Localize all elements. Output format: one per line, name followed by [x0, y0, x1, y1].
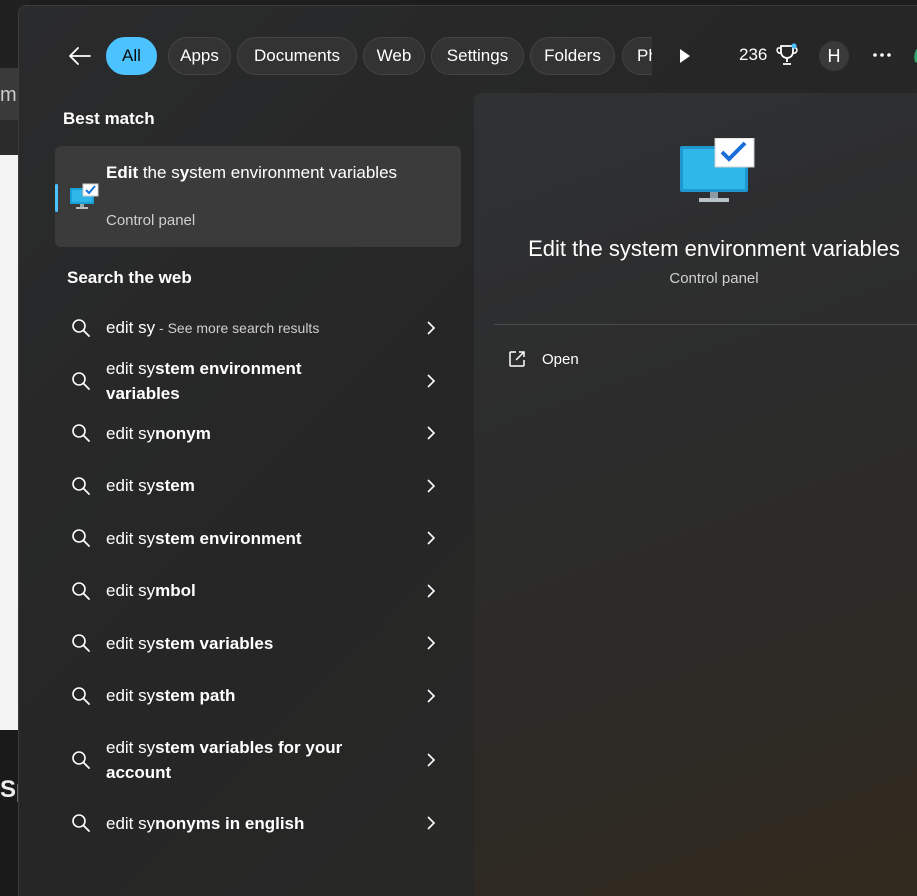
detail-title: Edit the system environment variables	[528, 236, 900, 261]
web-result-text: edit system variables for your account	[106, 737, 343, 782]
more-dots-icon	[873, 53, 891, 57]
web-result-item[interactable]: edit system environment	[55, 512, 461, 565]
chevron-right-icon	[427, 374, 436, 388]
detail-subtitle: Control panel	[669, 270, 759, 287]
trophy-icon	[776, 43, 798, 65]
web-result-item[interactable]: edit synonym	[55, 407, 461, 460]
filter-chip-photos[interactable]: Ph	[622, 37, 652, 75]
filter-chip-documents[interactable]: Documents	[237, 37, 357, 75]
search-icon	[72, 750, 90, 769]
play-icon	[680, 49, 690, 63]
web-result-item[interactable]: edit system	[55, 460, 461, 513]
more-filters-button[interactable]	[674, 46, 694, 66]
divider	[494, 324, 917, 325]
web-result-item[interactable]: edit synonyms in english	[55, 797, 461, 850]
web-result-item[interactable]: edit sy - See more search results	[55, 302, 461, 355]
back-button[interactable]	[65, 41, 95, 71]
web-result-text: edit synonym	[106, 423, 211, 443]
search-icon	[72, 529, 90, 548]
filter-chip-web[interactable]: Web	[363, 37, 425, 75]
web-result-text: edit sy - See more search results	[106, 318, 320, 338]
search-icon	[72, 814, 90, 833]
web-result-text: edit synonyms in english	[106, 813, 305, 833]
search-web-heading: Search the web	[67, 268, 192, 287]
filter-chip-all[interactable]: All	[106, 37, 157, 75]
rewards-button[interactable]	[776, 42, 798, 68]
chevron-right-icon	[427, 636, 436, 650]
chevron-right-icon	[427, 584, 436, 598]
web-result-text: edit symbol	[106, 581, 196, 601]
search-icon	[72, 424, 90, 443]
environment-variables-icon	[680, 138, 755, 202]
environment-variables-icon	[69, 183, 99, 211]
result-detail-pane: Edit the system environment variables Co…	[474, 93, 917, 896]
selection-indicator	[55, 184, 58, 212]
chevron-right-icon	[427, 479, 436, 493]
profile-avatar[interactable]: H	[819, 41, 849, 71]
chevron-right-icon	[427, 531, 436, 545]
search-icon	[72, 319, 90, 338]
best-match-result[interactable]: Edit the system environment variables Co…	[55, 146, 461, 247]
back-arrow-icon	[69, 47, 91, 65]
filter-chip-settings[interactable]: Settings	[431, 37, 524, 75]
search-icon	[72, 634, 90, 653]
chevron-right-icon	[427, 426, 436, 440]
filter-chip-apps[interactable]: Apps	[168, 37, 231, 75]
copilot-icon	[914, 48, 917, 63]
web-result-item[interactable]: edit system variables for your account	[55, 722, 461, 797]
chevron-right-icon	[427, 689, 436, 703]
best-match-subtitle: Control panel	[106, 212, 196, 229]
chevron-right-icon	[427, 752, 436, 767]
web-result-item[interactable]: edit system variables	[55, 617, 461, 670]
web-result-item[interactable]: edit symbol	[55, 565, 461, 618]
web-result-text: edit system variables	[106, 633, 274, 653]
copilot-button[interactable]	[911, 42, 917, 68]
web-result-item[interactable]: edit system environment variables	[55, 355, 461, 408]
search-icon	[72, 371, 90, 390]
web-result-text: edit system environment	[106, 528, 302, 548]
chevron-right-icon	[427, 321, 436, 335]
best-match-title: Edit the system environment variables	[106, 163, 398, 182]
web-result-item[interactable]: edit system path	[55, 670, 461, 723]
filter-chip-folders[interactable]: Folders	[530, 37, 615, 75]
start-search-panel: All Apps Documents Web Settings Folders …	[18, 5, 917, 896]
web-results-list: edit sy - See more search results edit s…	[55, 302, 461, 850]
best-match-heading: Best match	[63, 109, 155, 128]
open-external-icon	[509, 351, 525, 367]
open-action[interactable]: Open	[508, 347, 579, 371]
search-icon	[72, 581, 90, 600]
filter-bar: All Apps Documents Web Settings Folders …	[19, 6, 917, 106]
web-result-text: edit system path	[106, 686, 236, 706]
chevron-right-icon	[427, 816, 436, 830]
rewards-points[interactable]: 236	[739, 45, 767, 65]
search-icon	[72, 476, 90, 495]
more-options-button[interactable]	[871, 44, 893, 66]
web-result-text: edit system environment variables	[106, 358, 302, 403]
web-result-text: edit system	[106, 476, 195, 496]
open-label: Open	[542, 350, 579, 368]
search-icon	[72, 686, 90, 705]
